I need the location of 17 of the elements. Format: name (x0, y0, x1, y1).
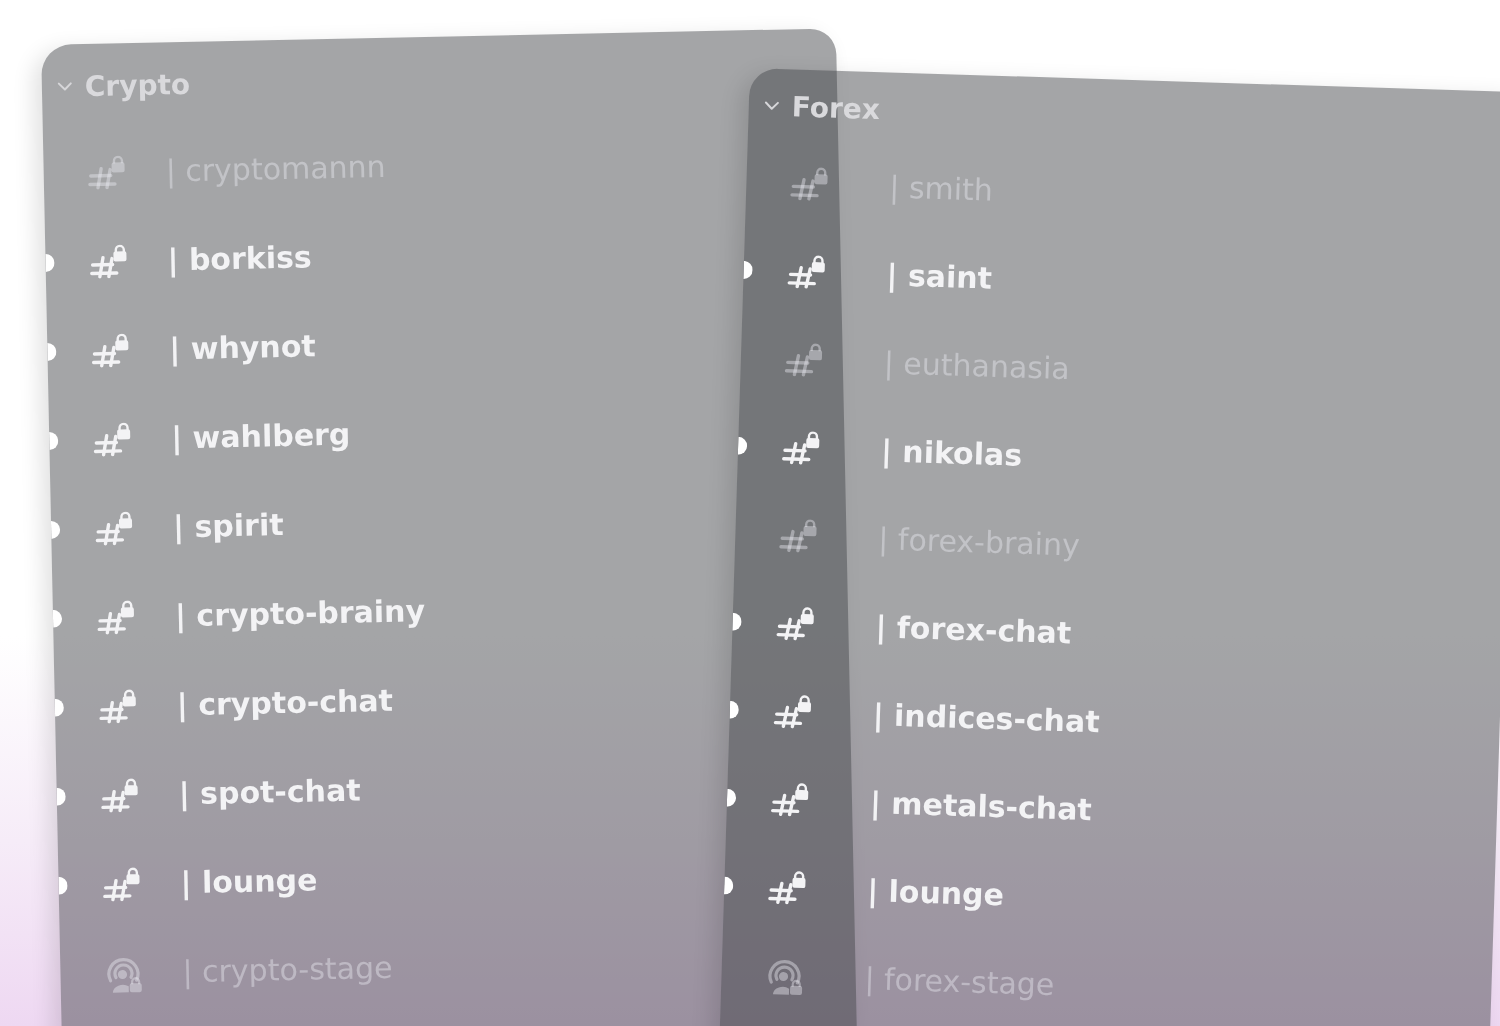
chevron-down-icon[interactable] (763, 100, 780, 111)
category-header[interactable]: Forex (791, 89, 881, 126)
channel-name[interactable]: | crypto-chat (176, 682, 394, 723)
channel-name[interactable]: | nikolas (880, 432, 1023, 473)
channel-name[interactable]: | lounge (866, 872, 1005, 912)
channel-name[interactable]: | spot-chat (178, 772, 361, 812)
channel-name[interactable]: | whynot (169, 328, 317, 367)
channel-name[interactable]: | borkiss (167, 239, 313, 278)
channel-name[interactable]: | spirit (172, 507, 284, 545)
channel-name[interactable]: | forex-chat (875, 608, 1072, 650)
channel-name[interactable]: | indices-chat (872, 696, 1101, 739)
channel-name[interactable]: | saint (886, 256, 993, 296)
channel-name[interactable]: | wahlberg (170, 416, 351, 456)
channel-name[interactable]: | crypto-brainy (174, 593, 426, 634)
channel-name[interactable]: | lounge (180, 862, 318, 901)
chevron-down-icon[interactable] (56, 81, 73, 92)
channel-name[interactable]: | metals-chat (869, 784, 1093, 827)
